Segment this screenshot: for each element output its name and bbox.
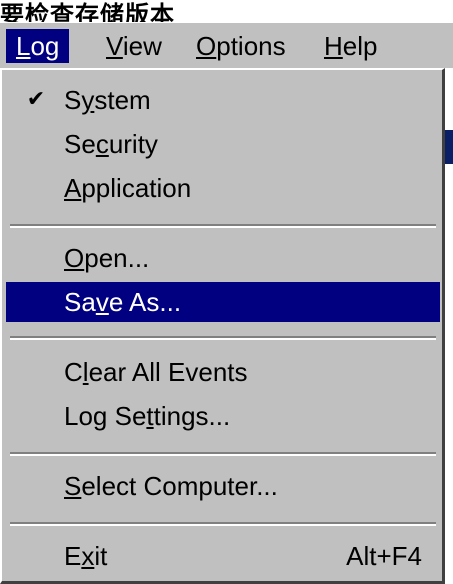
menu-view-mnemonic: V [106,31,123,61]
menu-item-exit-post: it [94,541,108,571]
log-menu-dropdown: ✔ System Security Application Open... Sa… [0,68,445,584]
menu-item-save-as-mnemonic: v [95,287,109,317]
menu-item-system[interactable]: ✔ System [6,80,440,120]
menu-item-save-as-pre: Sa [64,287,96,317]
menu-item-clear-all-events[interactable]: Clear All Events [6,352,440,392]
menu-log-mnemonic: L [16,31,31,61]
menu-options-mnemonic: O [196,31,217,61]
menu-item-application-post: pplication [81,173,192,203]
menu-help[interactable]: Help [314,29,387,63]
menu-item-security-post: urity [108,129,158,159]
menu-item-security-pre: Se [64,129,96,159]
menu-item-system-pre: S [64,85,82,115]
menu-separator [10,522,436,526]
menu-item-log-settings[interactable]: Log Settings... [6,396,440,436]
menu-item-clear-all-events-post: ear All Events [88,357,248,387]
menu-view[interactable]: View [96,29,172,63]
checkmark-icon: ✔ [26,87,46,112]
menu-help-mnemonic: H [324,31,343,61]
menu-bar: Log View Options Help [0,22,453,69]
menu-item-exit-pre: E [64,541,82,571]
menu-item-select-computer[interactable]: Select Computer... [6,466,440,506]
menu-view-post: iew [122,31,162,61]
menu-options-post: ptions [216,31,286,61]
menu-item-open-mnemonic: O [64,243,85,273]
menu-item-open[interactable]: Open... [6,238,440,278]
menu-item-clear-all-events-pre: C [64,357,83,387]
menu-help-post: elp [342,31,378,61]
menu-item-security[interactable]: Security [6,124,440,164]
menu-item-system-mnemonic: y [81,85,95,115]
menu-item-select-computer-post: elect Computer... [81,471,278,501]
menu-item-exit-accelerator: Alt+F4 [346,541,422,571]
background-window-edge [445,68,453,584]
menu-separator [10,452,436,456]
menu-item-system-post: stem [94,85,151,115]
menu-item-application[interactable]: Application [6,168,440,208]
menu-item-log-settings-post: tings... [153,401,231,431]
menu-item-open-post: pen... [84,243,150,273]
menu-item-log-settings-mnemonic: t [146,401,154,431]
menu-item-log-settings-pre: Log Se [64,401,147,431]
menu-log-post: og [30,31,60,61]
menu-item-select-computer-mnemonic: S [64,471,82,501]
menu-log[interactable]: Log [6,29,70,63]
menu-item-exit-mnemonic: x [81,541,95,571]
menu-item-security-mnemonic: c [95,129,109,159]
menu-separator [10,224,436,228]
menu-item-exit[interactable]: Exit Alt+F4 [6,536,440,576]
menu-separator [10,336,436,340]
menu-item-save-as[interactable]: Save As... [6,282,440,322]
background-window-titlebar-fragment [445,130,453,164]
menu-item-save-as-post: e As... [108,287,182,317]
menu-options[interactable]: Options [186,29,296,63]
menu-item-application-mnemonic: A [64,173,82,203]
